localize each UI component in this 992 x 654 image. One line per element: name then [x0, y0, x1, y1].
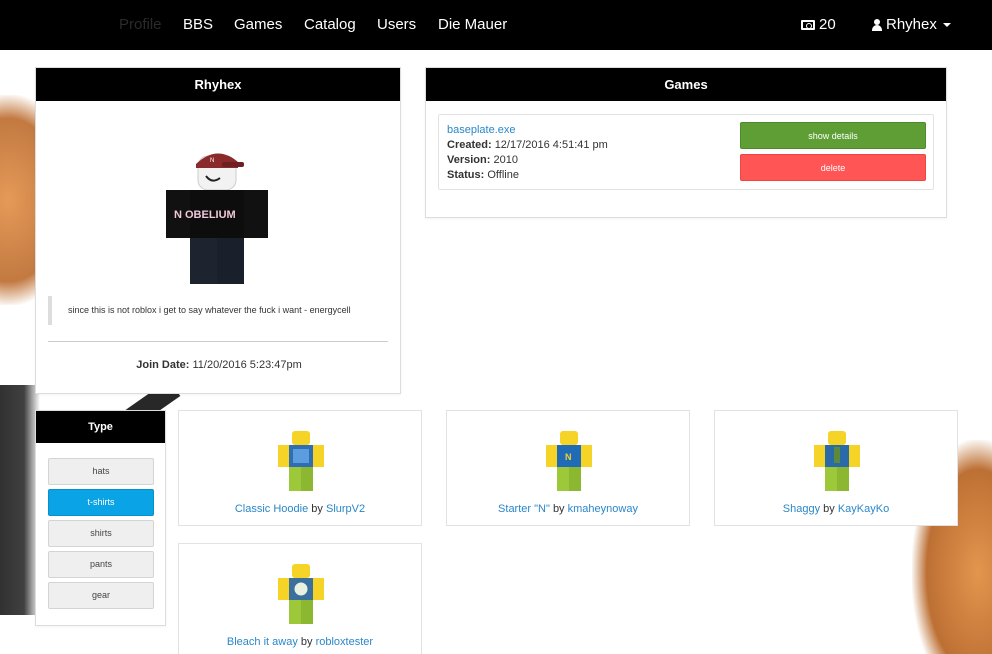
user-icon	[872, 18, 882, 31]
catalog-item[interactable]: N Starter "N" by kmaheynoway	[446, 410, 690, 526]
by-text: by	[823, 503, 835, 515]
game-created-value: 12/17/2016 4:51:41 pm	[494, 139, 608, 151]
nav-die-mauer[interactable]: Die Mauer	[438, 16, 507, 33]
profile-title: Rhyhex	[36, 68, 400, 101]
avatar-image: N N OBELIUM	[166, 153, 268, 284]
catalog-item-label: Bleach it away by robloxtester	[179, 636, 421, 648]
nav-games[interactable]: Games	[234, 16, 282, 33]
game-info: baseplate.exe Created: 12/17/2016 4:51:4…	[447, 123, 608, 183]
nav-catalog[interactable]: Catalog	[304, 16, 356, 33]
catalog-item[interactable]: Classic Hoodie by SlurpV2	[178, 410, 422, 526]
games-panel: Games baseplate.exe Created: 12/17/2016 …	[425, 67, 947, 218]
currency-display: 20	[801, 16, 836, 33]
type-filter-panel: Type hats t-shirts shirts pants gear	[35, 410, 166, 626]
user-menu-name: Rhyhex	[886, 16, 937, 33]
catalog-item-name[interactable]: Classic Hoodie	[235, 503, 308, 515]
svg-text:N: N	[565, 452, 572, 462]
join-date-value: 11/20/2016 5:23:47pm	[192, 359, 302, 371]
filter-shirts[interactable]: shirts	[48, 520, 154, 547]
catalog-item-label: Shaggy by KayKayKo	[715, 503, 957, 515]
by-text: by	[311, 503, 323, 515]
catalog-item-creator[interactable]: KayKayKo	[838, 503, 889, 515]
join-date-label: Join Date:	[136, 359, 190, 371]
catalog-item-label: Classic Hoodie by SlurpV2	[179, 503, 421, 515]
profile-divider	[48, 341, 388, 342]
filter-gear[interactable]: gear	[48, 582, 154, 609]
catalog-item-label: Starter "N" by kmaheynoway	[447, 503, 689, 515]
catalog-item-creator[interactable]: kmaheynoway	[568, 503, 638, 515]
user-menu[interactable]: Rhyhex	[872, 16, 951, 33]
profile-blurb: since this is not roblox i get to say wh…	[48, 296, 388, 325]
caret-down-icon	[942, 22, 951, 27]
delete-button[interactable]: delete	[740, 154, 926, 181]
game-version-label: Version:	[447, 154, 491, 166]
item-thumbnail: N	[546, 431, 592, 491]
by-text: by	[300, 636, 313, 648]
item-thumbnail	[278, 431, 324, 491]
svg-text:N: N	[210, 158, 214, 164]
game-created-label: Created:	[447, 139, 492, 151]
profile-panel: Rhyhex N N OBELIUM since this is not rob…	[35, 67, 401, 394]
catalog-item-creator[interactable]: robloxtester	[316, 636, 373, 648]
game-status-value: Offline	[487, 169, 519, 181]
item-thumbnail	[814, 431, 860, 491]
filter-pants[interactable]: pants	[48, 551, 154, 578]
currency-amount: 20	[819, 16, 836, 33]
item-thumbnail	[278, 564, 324, 624]
nav-profile[interactable]: Profile	[119, 16, 162, 33]
money-icon	[801, 19, 815, 30]
game-status-label: Status:	[447, 169, 485, 181]
nav-users[interactable]: Users	[377, 16, 416, 33]
type-filter-title: Type	[36, 411, 165, 443]
background-decoration-left-dark	[0, 385, 40, 615]
catalog-item[interactable]: Shaggy by KayKayKo	[714, 410, 958, 526]
join-date: Join Date: 11/20/2016 5:23:47pm	[36, 359, 402, 371]
by-text: by	[552, 503, 565, 515]
catalog-item[interactable]: Bleach it away by robloxtester	[178, 543, 422, 654]
catalog-item-creator[interactable]: SlurpV2	[326, 503, 365, 515]
filter-t-shirts[interactable]: t-shirts	[48, 489, 154, 516]
show-details-button[interactable]: show details	[740, 122, 926, 149]
game-version-value: 2010	[493, 154, 518, 166]
avatar-shirt-text: N OBELIUM	[174, 209, 236, 221]
filter-hats[interactable]: hats	[48, 458, 154, 485]
catalog-item-name[interactable]: Bleach it away	[227, 636, 298, 648]
game-card: baseplate.exe Created: 12/17/2016 4:51:4…	[438, 114, 934, 190]
top-navbar: Profile BBS Games Catalog Users Die Maue…	[0, 0, 992, 50]
catalog-item-name[interactable]: Shaggy	[783, 503, 820, 515]
nav-bbs[interactable]: BBS	[183, 16, 213, 33]
games-title: Games	[426, 68, 946, 101]
game-name-link[interactable]: baseplate.exe	[447, 124, 516, 136]
catalog-item-name[interactable]: Starter "N"	[498, 503, 550, 515]
